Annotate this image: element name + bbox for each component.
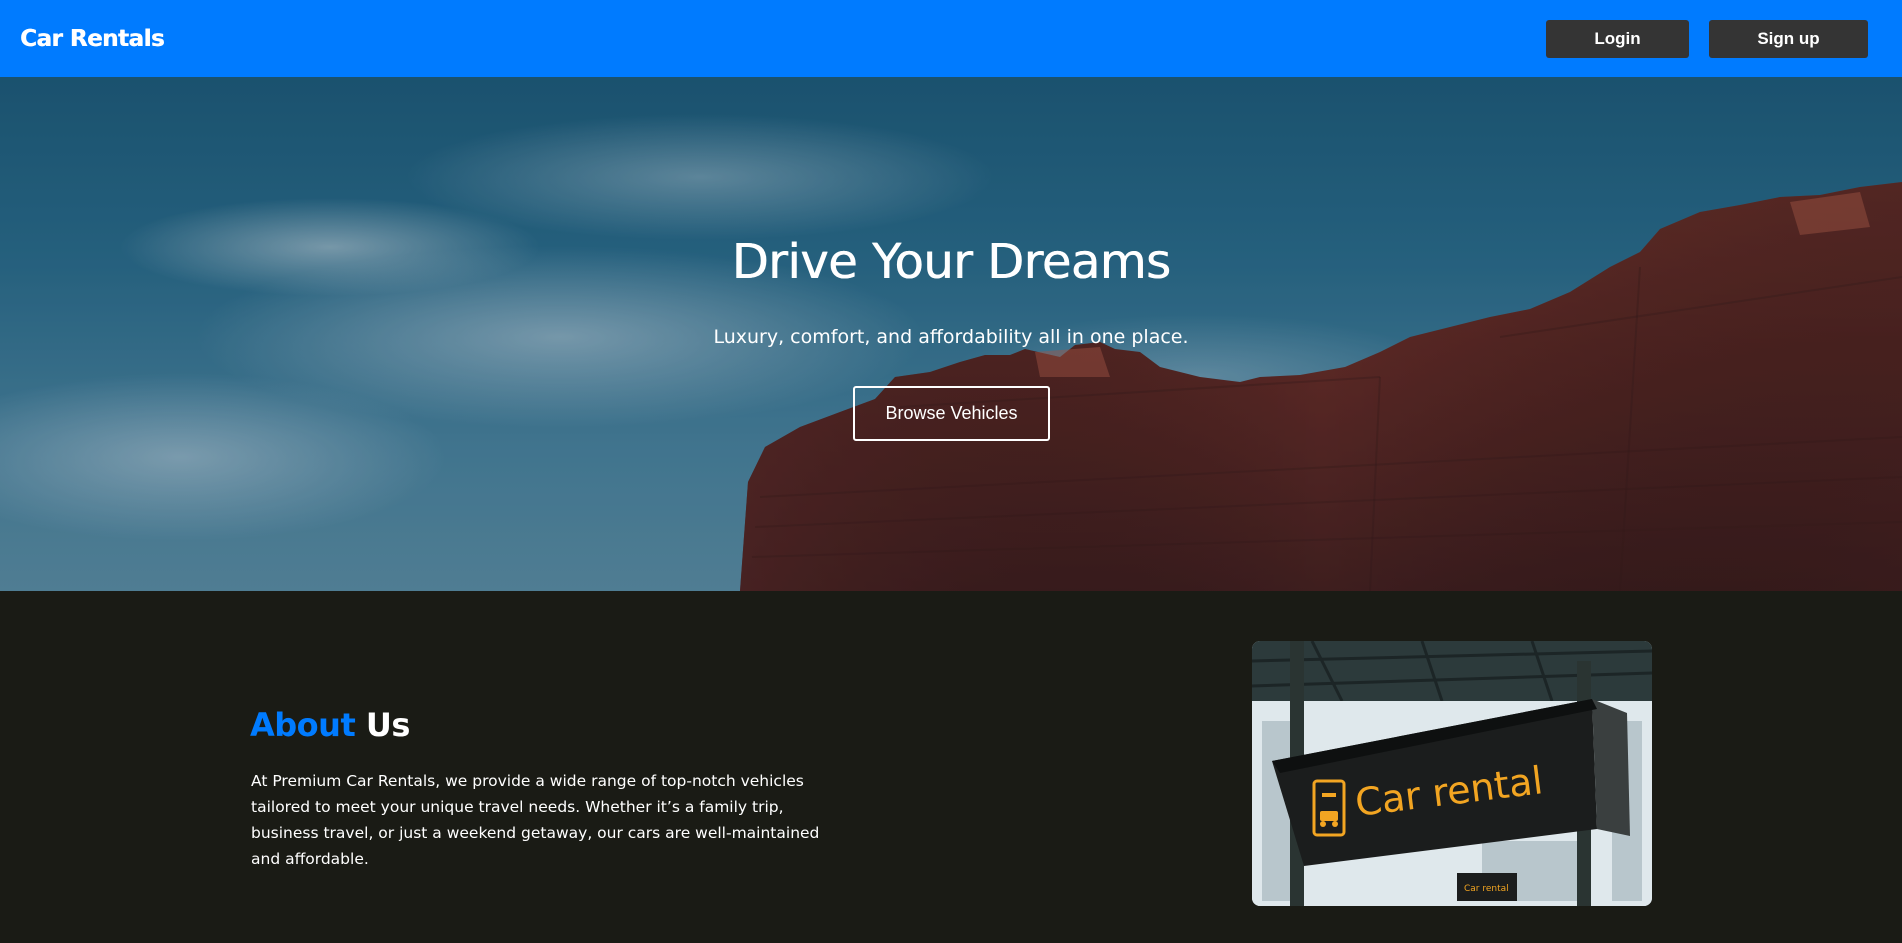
about-title-rest: Us [365,706,411,744]
car-rental-sign-illustration: Car rental Car rental [1252,641,1652,906]
brand-logo[interactable]: Car Rentals [20,26,165,52]
hero-title: Drive Your Dreams [731,234,1171,290]
about-description: At Premium Car Rentals, we provide a wid… [251,772,820,868]
hero-content: Drive Your Dreams Luxury, comfort, and a… [0,77,1902,591]
about-title-accent: About [250,706,356,744]
car-rental-sign-image: Car rental Car rental [1252,641,1652,906]
signup-button[interactable]: Sign up [1709,19,1868,58]
about-title: About Us [250,706,410,744]
navbar: Car Rentals Login Sign up [0,0,1902,77]
login-button[interactable]: Login [1546,19,1689,58]
nav-actions: Login Sign up [1546,19,1868,58]
hero-section: Drive Your Dreams Luxury, comfort, and a… [0,77,1902,591]
hero-subtitle: Luxury, comfort, and affordability all i… [713,326,1189,348]
browse-vehicles-button[interactable]: Browse Vehicles [853,386,1050,441]
small-sign-text: Car rental [1464,884,1509,894]
about-section: About Us At Premium Car Rentals, we prov… [0,591,1902,943]
